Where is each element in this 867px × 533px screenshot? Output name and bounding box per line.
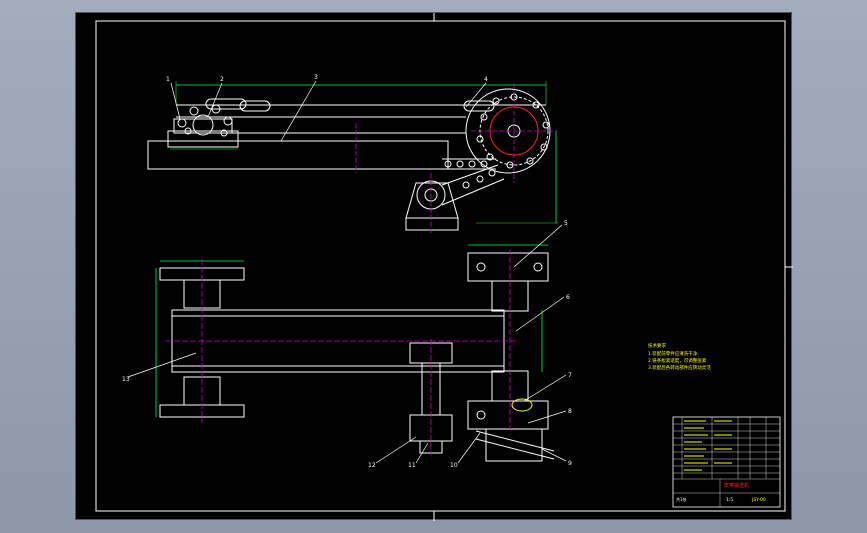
callout-3: 3 [314, 74, 318, 81]
callout-9: 9 [568, 460, 572, 467]
cad-viewport[interactable]: 1 2 3 4 5 6 7 8 9 10 11 12 13 技术要求 1.装配前… [0, 0, 867, 533]
callout-12: 12 [368, 462, 376, 469]
plan-view [127, 224, 567, 464]
callout-8: 8 [568, 408, 572, 415]
drawing-number: JSY-00 [751, 497, 766, 503]
callout-6: 6 [566, 294, 570, 301]
drawing-title: 皮带输送机 [724, 482, 749, 489]
callout-10: 10 [450, 462, 458, 469]
sheet-count: 共1张 [676, 496, 687, 502]
drawing-canvas: 1 2 3 4 5 6 7 8 9 10 11 12 13 技术要求 1.装配前… [95, 13, 793, 521]
drawing-sheet: 1 2 3 4 5 6 7 8 9 10 11 12 13 技术要求 1.装配前… [75, 12, 793, 521]
scale-label: 1:5 [726, 497, 733, 503]
callout-7: 7 [568, 372, 572, 379]
notes-line-2: 2.链条松紧适度，可调整张紧 [648, 357, 707, 364]
side-elevation-view [147, 80, 558, 233]
title-block: 皮带输送机 JSY-00 1:5 共1张 [672, 416, 781, 508]
callout-5: 5 [564, 220, 568, 227]
callout-4: 4 [484, 76, 488, 83]
notes-line-1: 1.装配前零件应清洗干净 [648, 350, 698, 357]
callout-1: 1 [166, 76, 170, 83]
callout-11: 11 [408, 462, 416, 469]
callout-13: 13 [122, 376, 130, 383]
notes-line-3: 3.装配后各转动部件应转动灵活 [648, 364, 711, 371]
technical-notes: 技术要求 1.装配前零件应清洗干净 2.链条松紧适度，可调整张紧 3.装配后各转… [648, 342, 711, 371]
callout-2: 2 [220, 76, 224, 83]
notes-heading: 技术要求 [648, 342, 666, 349]
inner-border [95, 20, 786, 512]
